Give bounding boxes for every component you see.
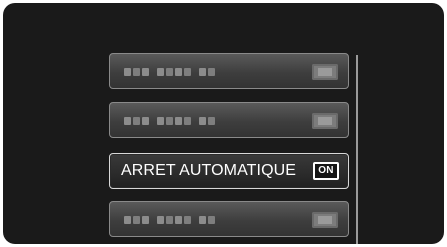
on-badge-icon: ON — [313, 162, 339, 180]
placeholder-label — [124, 68, 223, 76]
menu-item-placeholder-2[interactable] — [109, 102, 349, 138]
scrollbar[interactable] — [356, 55, 358, 244]
menu-item-auto-power-off[interactable]: ARRET AUTOMATIQUE ON — [109, 153, 349, 189]
menu-item-placeholder-1[interactable] — [109, 53, 349, 89]
menu-item-label: ARRET AUTOMATIQUE — [121, 162, 297, 179]
placeholder-value — [312, 64, 338, 80]
placeholder-value — [312, 113, 338, 129]
menu-screen: ARRET AUTOMATIQUE ON — [3, 3, 444, 244]
placeholder-value — [312, 212, 338, 228]
menu-item-placeholder-3[interactable] — [109, 201, 349, 237]
placeholder-label — [124, 117, 223, 125]
menu-item-value: ON — [315, 164, 337, 178]
placeholder-label — [124, 216, 223, 224]
